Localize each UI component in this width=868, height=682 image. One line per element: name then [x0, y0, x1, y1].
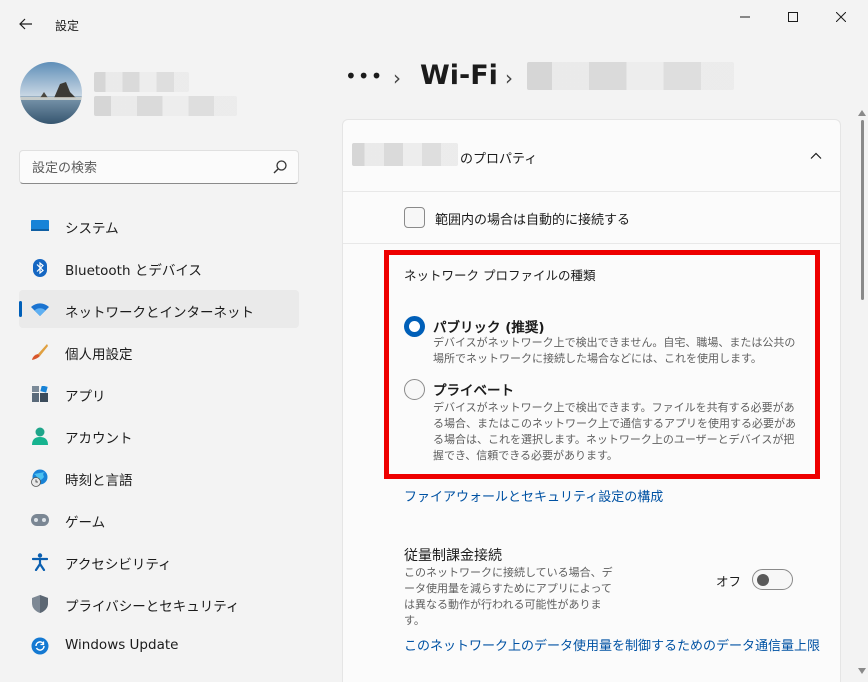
app-title: 設定 [55, 19, 80, 33]
chevron-right-icon: › [505, 66, 513, 90]
search-box[interactable] [19, 150, 299, 184]
sidebar-item-network[interactable]: ネットワークとインターネット [19, 290, 299, 328]
sidebar-item-label: アカウント [65, 431, 133, 447]
update-icon [31, 637, 49, 655]
private-option-title: プライベート [433, 383, 514, 399]
auto-connect-checkbox[interactable] [404, 207, 425, 228]
properties-title: のプロパティ [460, 152, 538, 167]
private-radio[interactable] [404, 379, 425, 400]
scrollbar-thumb[interactable] [861, 120, 864, 300]
shield-icon [31, 595, 49, 613]
private-option-desc: デバイスがネットワーク上で検出できます。ファイルを共有する必要がある場合、または… [433, 401, 796, 462]
maximize-button[interactable] [770, 0, 816, 34]
public-radio[interactable] [404, 316, 425, 337]
sidebar-item-system[interactable]: システム [19, 206, 299, 244]
sidebar-item-label: 個人用設定 [65, 347, 133, 363]
sidebar-item-label: ネットワークとインターネット [65, 305, 254, 321]
sidebar-item-accounts[interactable]: アカウント [19, 416, 299, 454]
title-bar: 設定 [0, 0, 868, 44]
wifi-icon [31, 301, 49, 319]
toggle-knob [757, 574, 769, 586]
arrow-left-icon [19, 18, 32, 30]
public-option-desc: デバイスがネットワーク上で検出できません。自宅、職場、または公共の場所でネットワ… [433, 336, 796, 365]
auto-connect-label: 範囲内の場合は自動的に接続する [435, 213, 631, 228]
sidebar-item-label: ゲーム [65, 515, 106, 531]
public-option-title: パブリック (推奨) [433, 320, 545, 336]
search-icon[interactable] [272, 159, 288, 175]
close-icon [836, 12, 846, 22]
metered-connection-title: 従量制課金接続 [404, 548, 502, 564]
sidebar-item-label: アプリ [65, 389, 106, 405]
brush-icon [31, 343, 49, 361]
close-button[interactable] [818, 0, 864, 34]
sidebar-item-label: Bluetooth とデバイス [65, 263, 202, 279]
sidebar-item-gaming[interactable]: ゲーム [19, 500, 299, 538]
sidebar-item-label: Windows Update [65, 637, 179, 653]
sidebar-item-label: 時刻と言語 [65, 473, 133, 489]
chevron-right-icon: › [393, 66, 401, 90]
scroll-down-icon[interactable] [858, 668, 866, 674]
sidebar-item-accessibility[interactable]: アクセシビリティ [19, 542, 299, 580]
accessibility-icon [31, 553, 49, 571]
sidebar-nav: システム Bluetooth とデバイス ネットワークとインターネット 個人用設… [19, 206, 299, 668]
apps-icon [31, 385, 49, 403]
sidebar-item-bluetooth[interactable]: Bluetooth とデバイス [19, 248, 299, 286]
breadcrumb-more-button[interactable]: ••• [345, 64, 383, 88]
metered-toggle-label: オフ [716, 574, 742, 589]
data-limit-link[interactable]: このネットワーク上のデータ使用量を制御するためのデータ通信量上限 [404, 635, 820, 654]
maximize-icon [788, 12, 798, 22]
metered-toggle[interactable] [752, 569, 793, 590]
network-name-blurred [352, 143, 458, 166]
metered-connection-desc: このネットワークに接続している場合、データ使用量を減らすためにアプリによっては異… [404, 566, 613, 627]
scroll-up-icon[interactable] [858, 110, 866, 116]
profile-type-title: ネットワーク プロファイルの種類 [404, 268, 596, 283]
search-input[interactable] [32, 158, 262, 178]
user-name-blurred [94, 72, 189, 92]
sidebar-item-privacy[interactable]: プライバシーとセキュリティ [19, 584, 299, 622]
globe-clock-icon [31, 469, 49, 487]
user-email-blurred [94, 96, 237, 116]
chevron-up-icon[interactable] [808, 148, 824, 164]
gamepad-icon [31, 511, 49, 529]
sidebar-item-personalization[interactable]: 個人用設定 [19, 332, 299, 370]
sidebar-item-time-language[interactable]: 時刻と言語 [19, 458, 299, 496]
minimize-icon [740, 16, 750, 18]
sidebar-item-label: アクセシビリティ [65, 557, 172, 573]
user-photo-icon [20, 62, 82, 124]
bluetooth-icon [31, 259, 49, 277]
sidebar-item-label: システム [65, 221, 119, 237]
avatar[interactable] [20, 62, 82, 124]
minimize-button[interactable] [722, 0, 768, 34]
sidebar-item-label: プライバシーとセキュリティ [65, 599, 240, 615]
breadcrumb-network-name-blurred [527, 62, 734, 90]
back-button[interactable] [12, 10, 40, 38]
sidebar-item-apps[interactable]: アプリ [19, 374, 299, 412]
firewall-settings-link[interactable]: ファイアウォールとセキュリティ設定の構成 [404, 486, 663, 505]
sidebar-item-windows-update[interactable]: Windows Update [19, 626, 299, 664]
auto-connect-row: 範囲内の場合は自動的に接続する [343, 192, 840, 244]
person-icon [31, 427, 49, 445]
monitor-icon [31, 217, 49, 235]
breadcrumb-wifi[interactable]: Wi-Fi [420, 60, 498, 91]
